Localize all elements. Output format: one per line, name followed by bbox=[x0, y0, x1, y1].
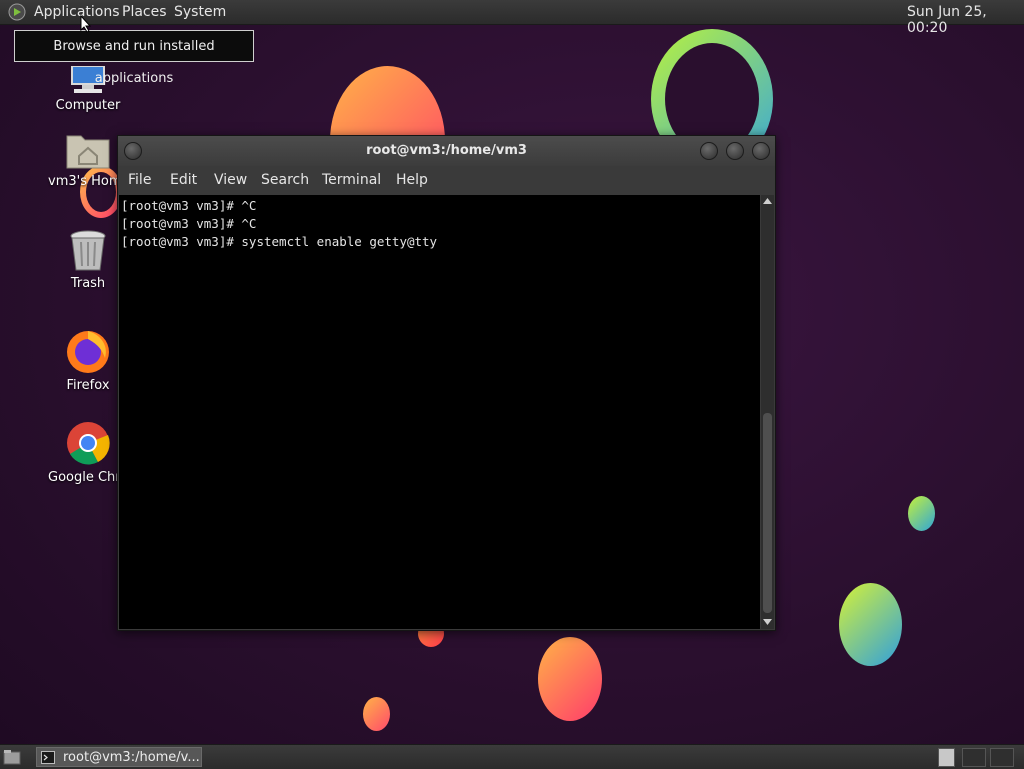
taskbar-task-label: root@vm3:/home/v... bbox=[63, 750, 200, 765]
workspace-switcher[interactable] bbox=[938, 748, 955, 767]
terminal-title: root@vm3:/home/vm3 bbox=[366, 143, 527, 158]
scroll-down-arrow-icon[interactable] bbox=[763, 618, 772, 626]
home-folder-icon bbox=[66, 135, 110, 169]
terminal-scrollbar[interactable] bbox=[761, 195, 774, 629]
terminal-output[interactable]: [root@vm3 vm3]# ^C [root@vm3 vm3]# ^C [roo… bbox=[119, 195, 760, 629]
menu-help[interactable]: Help bbox=[396, 172, 428, 188]
bottom-panel: root@vm3:/home/v... bbox=[0, 744, 1024, 769]
show-desktop-icon[interactable] bbox=[3, 748, 21, 766]
desktop-icon-home[interactable]: vm3's Home bbox=[48, 130, 130, 189]
wallpaper-orange-dot bbox=[363, 697, 390, 731]
menu-edit[interactable]: Edit bbox=[170, 172, 197, 188]
desktop-icon-label: vm3's Home bbox=[48, 174, 130, 189]
scroll-up-arrow-icon[interactable] bbox=[763, 197, 772, 205]
trash-icon bbox=[70, 230, 106, 271]
maximize-button[interactable] bbox=[726, 142, 744, 160]
terminal-line: [root@vm3 vm3]# systemctl enable getty@t… bbox=[121, 234, 438, 249]
terminal-window[interactable]: root@vm3:/home/vm3 File Edit View Search… bbox=[117, 135, 776, 631]
desktop-icon-label: Google Chrome bbox=[48, 470, 149, 485]
chrome-icon bbox=[67, 422, 110, 465]
desktop-icon-label: Firefox bbox=[66, 378, 110, 393]
terminal-line: [root@vm3 vm3]# ^C bbox=[121, 216, 257, 231]
terminal-line: [root@vm3 vm3]# ^C bbox=[121, 198, 257, 213]
desktop-icon-firefox[interactable]: Firefox bbox=[48, 328, 128, 393]
desktop-icon-label: Trash bbox=[70, 276, 106, 291]
menu-system[interactable]: System bbox=[174, 4, 226, 20]
workspace-switcher-3[interactable] bbox=[990, 748, 1014, 767]
menu-view[interactable]: View bbox=[214, 172, 247, 188]
desktop-icon-label: Computer bbox=[55, 98, 121, 113]
scrollbar-thumb[interactable] bbox=[763, 413, 772, 613]
wallpaper-orange-blob-bottom bbox=[538, 637, 602, 721]
menu-file[interactable]: File bbox=[128, 172, 151, 188]
terminal-titlebar[interactable]: root@vm3:/home/vm3 bbox=[118, 136, 775, 166]
close-button[interactable] bbox=[752, 142, 770, 160]
minimize-button[interactable] bbox=[700, 142, 718, 160]
desktop-icon-trash[interactable]: Trash bbox=[48, 230, 128, 291]
workspace-switcher-2[interactable] bbox=[962, 748, 986, 767]
wallpaper-green-blob-right bbox=[908, 496, 935, 531]
menu-terminal[interactable]: Terminal bbox=[322, 172, 381, 188]
menu-search[interactable]: Search bbox=[261, 172, 309, 188]
window-menu-button[interactable] bbox=[124, 142, 142, 160]
top-panel: Applications Places System Sun Jun 25, 0… bbox=[0, 0, 1024, 36]
menu-places[interactable]: Places bbox=[122, 4, 167, 20]
terminal-icon bbox=[41, 751, 55, 764]
panel-clock[interactable]: Sun Jun 25, 00:20 bbox=[907, 4, 1024, 36]
applications-logo-icon[interactable] bbox=[8, 3, 26, 21]
applications-tooltip: Browse and run installed applications bbox=[14, 30, 254, 86]
firefox-icon bbox=[67, 331, 109, 373]
taskbar-terminal-button[interactable]: root@vm3:/home/v... bbox=[36, 747, 202, 767]
menu-applications[interactable]: Applications bbox=[34, 4, 120, 20]
wallpaper-green-blob-large bbox=[839, 583, 902, 666]
mouse-cursor-icon bbox=[80, 15, 92, 33]
desktop-icon-chrome[interactable]: Google Chrome bbox=[48, 420, 149, 485]
terminal-menubar: File Edit View Search Terminal Help bbox=[118, 166, 775, 194]
